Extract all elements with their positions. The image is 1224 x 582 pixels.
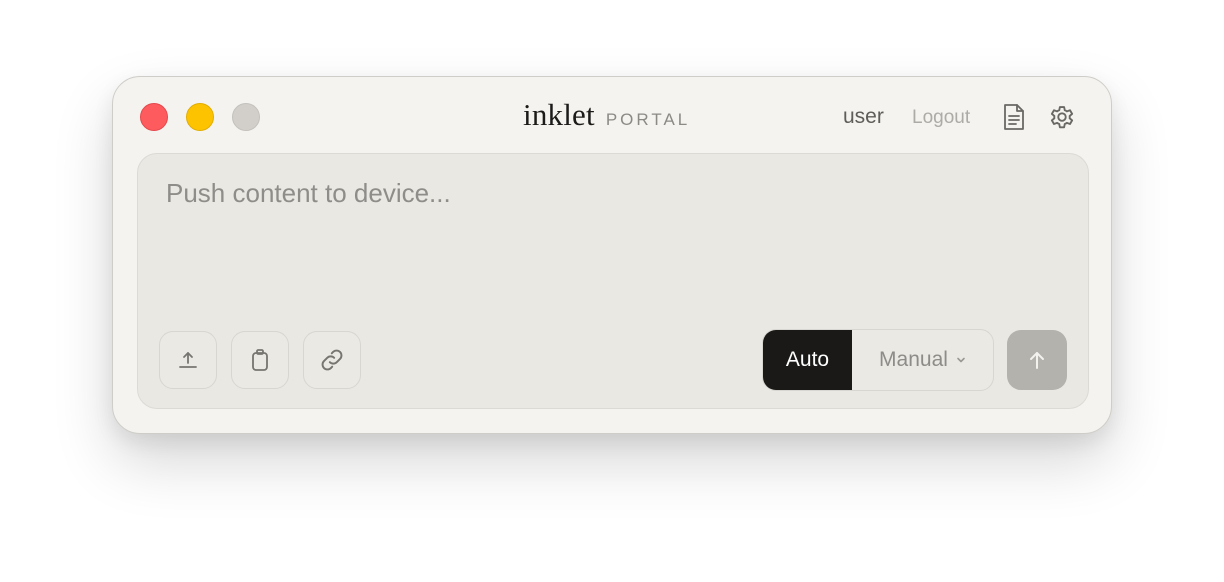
logout-link[interactable]: Logout (912, 107, 970, 129)
send-button[interactable] (1007, 330, 1067, 390)
mode-auto-button[interactable]: Auto (763, 330, 852, 390)
link-icon (319, 347, 345, 373)
chevron-down-icon (956, 356, 966, 364)
arrow-up-icon (1027, 348, 1047, 372)
gear-icon[interactable] (1047, 101, 1077, 133)
link-button[interactable] (303, 331, 361, 389)
upload-icon (177, 349, 199, 371)
clipboard-button[interactable] (231, 331, 289, 389)
mode-toggle: Auto Manual (762, 329, 994, 391)
upload-button[interactable] (159, 331, 217, 389)
window-close-button[interactable] (140, 103, 168, 131)
window-zoom-button[interactable] (232, 103, 260, 131)
app-window: inklet PORTAL user Logout Push content t… (112, 76, 1112, 434)
mode-manual-dropdown[interactable]: Manual (852, 330, 993, 390)
clipboard-icon (250, 348, 270, 372)
mode-manual-label: Manual (879, 348, 948, 371)
brand-subtitle: PORTAL (605, 110, 691, 129)
document-icon[interactable] (999, 101, 1029, 133)
content-input[interactable] (166, 178, 1046, 328)
username-label: user (843, 105, 884, 128)
composer-panel: Auto Manual (137, 153, 1089, 409)
window-minimize-button[interactable] (186, 103, 214, 131)
brand-name: inklet (523, 97, 595, 132)
brand-logo: inklet PORTAL (523, 97, 690, 137)
